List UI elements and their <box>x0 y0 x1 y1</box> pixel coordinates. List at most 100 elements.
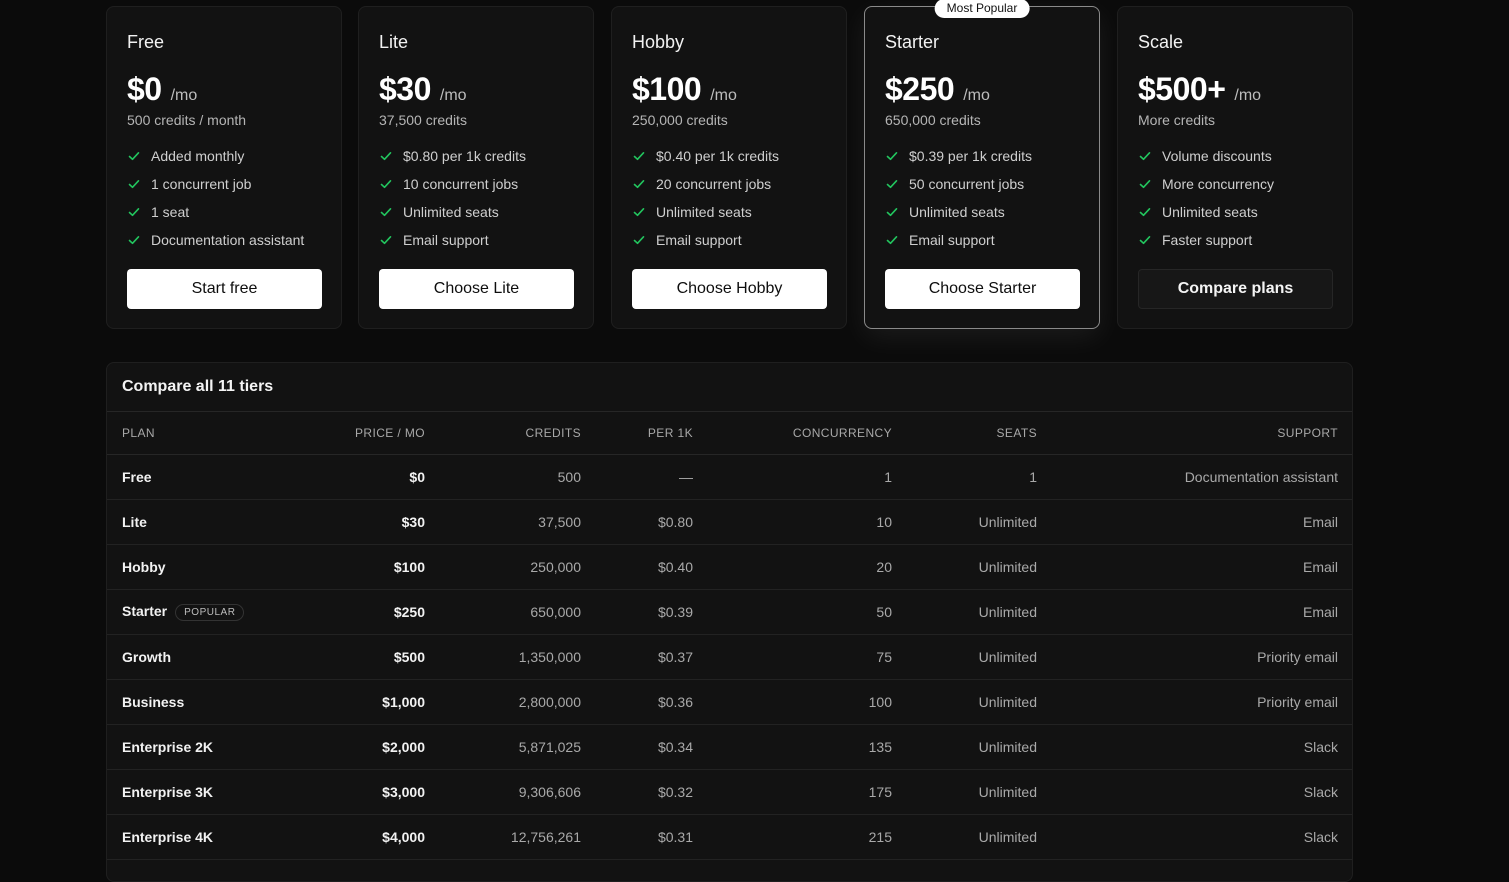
cell-plan: Lite <box>107 499 250 545</box>
cell-credits: 37,500 <box>425 499 581 545</box>
tier-rows: Free $0 500 — 1 1 Documentation assistant Lite $… <box>107 454 1352 860</box>
feature-item: Email support <box>379 226 526 254</box>
table-header-row: PLAN PRICE / MO CREDITS PER 1K CONCURREN… <box>107 412 1352 455</box>
cell-per-1k: $0.36 <box>581 679 693 725</box>
cell-concurrency: 1 <box>693 454 892 500</box>
plan-period: /mo <box>963 87 990 104</box>
cell-support: Email <box>1037 544 1352 590</box>
feature-label: 1 seat <box>151 204 190 220</box>
compare-tiers-panel: Compare all 11 tiers PLAN PRICE / MO CRE… <box>106 362 1353 882</box>
cell-support-text: Email <box>1302 603 1338 620</box>
cell-seats: Unlimited <box>892 769 1037 815</box>
check-icon <box>632 205 646 219</box>
feature-item: Unlimited seats <box>379 198 526 226</box>
check-icon <box>127 205 141 219</box>
feature-label: 10 concurrent jobs <box>403 176 519 192</box>
cell-per-1k: $0.34 <box>581 724 693 770</box>
plan-period: /mo <box>439 87 467 104</box>
check-icon <box>379 205 393 219</box>
plan-card-lite: Lite $30 /mo 37,500 credits $0.80 per 1k… <box>358 6 594 329</box>
cell-seats: 1 <box>892 454 1037 500</box>
cell-plan: Enterprise 3K <box>107 769 250 815</box>
cell-concurrency-text: 100 <box>868 693 892 710</box>
cell-credits: 1,350,000 <box>425 634 581 680</box>
plan-name: Free <box>127 32 165 52</box>
cell-per-1k-text: $0.37 <box>657 648 693 665</box>
cell-support-text: Slack <box>1303 828 1338 845</box>
cell-per-1k-text: $0.80 <box>657 513 693 530</box>
cell-plan: Hobby <box>107 544 250 590</box>
table-row: Free $0 500 — 1 1 Documentation assistant <box>107 454 1352 500</box>
feature-item: Documentation assistant <box>127 226 304 254</box>
feature-list: $0.40 per 1k credits 20 concurrent jobs … <box>632 142 779 254</box>
cell-plan-text: Free <box>122 468 152 485</box>
check-icon <box>379 149 393 163</box>
cell-price-text: $3,000 <box>382 783 425 800</box>
cell-price: $30 <box>250 499 425 545</box>
plan-credits: 650,000 credits <box>885 112 981 128</box>
cell-support-text: Email <box>1302 513 1338 530</box>
cell-seats-text: Unlimited <box>978 783 1037 800</box>
feature-item: Unlimited seats <box>885 198 1032 226</box>
cell-price: $3,000 <box>250 769 425 815</box>
cell-price-text: $500 <box>393 648 425 665</box>
plan-price: $0 <box>127 71 162 107</box>
cell-concurrency-text: 1 <box>884 468 892 485</box>
start-free-button[interactable]: Start free <box>127 269 322 309</box>
choose-lite-button[interactable]: Choose Lite <box>379 269 574 309</box>
cell-per-1k: $0.39 <box>581 589 693 635</box>
table-row: Business $1,000 2,800,000 $0.36 100 Unlimited… <box>107 679 1352 725</box>
cell-credits: 650,000 <box>425 589 581 635</box>
cell-price-text: $100 <box>393 558 425 575</box>
cell-plan-text: Enterprise 3K <box>122 783 214 800</box>
cell-plan: Free <box>107 454 250 500</box>
cell-plan-text: Lite <box>122 513 147 530</box>
plan-period: /mo <box>710 87 737 104</box>
table-row: Enterprise 2K $2,000 5,871,025 $0.34 135 Unli… <box>107 724 1352 770</box>
feature-label: Email support <box>656 232 742 248</box>
cell-plan-text: Enterprise 4K <box>122 828 214 845</box>
cell-per-1k: $0.32 <box>581 769 693 815</box>
cell-plan: Starter POPULAR <box>107 589 250 635</box>
cell-concurrency-text: 10 <box>876 513 892 530</box>
cell-per-1k: $0.80 <box>581 499 693 545</box>
cell-seats-text: Unlimited <box>978 558 1037 575</box>
check-icon <box>1138 149 1152 163</box>
cell-credits-text: 2,800,000 <box>518 693 581 710</box>
cell-per-1k-text: $0.39 <box>657 603 693 620</box>
choose-starter-button[interactable]: Choose Starter <box>885 269 1080 309</box>
cell-support: Email <box>1037 589 1352 635</box>
cell-credits-text: 1,350,000 <box>518 648 581 665</box>
feature-label: Unlimited seats <box>1162 204 1258 220</box>
table-row: Lite $30 37,500 $0.80 10 Unlimited Email <box>107 499 1352 545</box>
cell-seats-text: Unlimited <box>978 648 1037 665</box>
plan-period: /mo <box>1234 87 1262 104</box>
plan-name: Scale <box>1138 32 1184 52</box>
feature-item: 10 concurrent jobs <box>379 170 526 198</box>
feature-item: Added monthly <box>127 142 304 170</box>
cell-plan-text: Hobby <box>122 558 166 575</box>
check-icon <box>1138 205 1152 219</box>
cell-seats-text: Unlimited <box>978 693 1037 710</box>
cell-price-text: $30 <box>401 513 425 530</box>
feature-label: Email support <box>909 232 995 248</box>
plan-cards: Free $0 /mo 500 credits / month Added mo… <box>106 0 1353 329</box>
feature-label: Faster support <box>1162 232 1253 248</box>
check-icon <box>1138 177 1152 191</box>
cell-seats: Unlimited <box>892 589 1037 635</box>
feature-label: More concurrency <box>1162 176 1275 192</box>
cell-support: Priority email <box>1037 679 1352 725</box>
cell-credits-text: 650,000 <box>530 603 581 620</box>
cell-seats-text: Unlimited <box>978 828 1037 845</box>
cell-support: Priority email <box>1037 634 1352 680</box>
cell-concurrency: 100 <box>693 679 892 725</box>
plan-credits: 37,500 credits <box>379 112 467 128</box>
choose-hobby-button[interactable]: Choose Hobby <box>632 269 827 309</box>
cell-concurrency: 175 <box>693 769 892 815</box>
cell-seats: Unlimited <box>892 679 1037 725</box>
compare-plans-button[interactable]: Compare plans <box>1138 269 1333 309</box>
plan-price: $100 <box>632 71 702 107</box>
feature-label: Unlimited seats <box>656 204 752 220</box>
column-header-per-1k: PER 1K <box>581 412 693 455</box>
plan-price-row: $250 /mo <box>885 71 990 108</box>
